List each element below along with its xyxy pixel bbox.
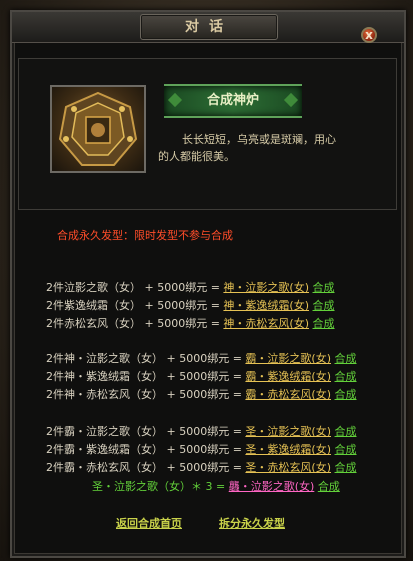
recipe-input: 2件神・赤松玄风（女） <box>46 388 163 401</box>
recipe-input: 2件紫逸绒霜（女） <box>46 299 141 312</box>
recipe-cost: + 5000绑元 = <box>166 443 242 456</box>
synthesize-link[interactable]: 合成 <box>335 352 357 365</box>
special-recipe-input: 圣・泣影之歌（女）＊ 3 = <box>92 480 226 493</box>
recipe-output-link[interactable]: 神・泣影之歌(女) <box>223 281 309 294</box>
title-bar: 对话 <box>12 12 404 43</box>
npc-description: 长长短短，乌亮或是斑斓，用心 的人都能很美。 <box>158 131 370 165</box>
recipe-input: 2件赤松玄风（女） <box>46 317 141 330</box>
close-button[interactable]: x <box>361 27 377 43</box>
synthesize-link[interactable]: 合成 <box>335 461 357 474</box>
recipe-output-link[interactable]: 圣・泣影之歌(女) <box>245 425 331 438</box>
special-output-link[interactable]: 龘・泣影之歌(女) <box>229 480 315 493</box>
synthesize-link[interactable]: 合成 <box>335 370 357 383</box>
recipe-input: 2件神・泣影之歌（女） <box>46 352 163 365</box>
synthesize-link[interactable]: 合成 <box>335 443 357 456</box>
dialog-title: 对话 <box>185 19 233 35</box>
recipe-output-link[interactable]: 霸・紫逸绒霜(女) <box>245 370 331 383</box>
synthesize-link[interactable]: 合成 <box>318 480 340 493</box>
recipe-cost: + 5000绑元 = <box>144 317 220 330</box>
npc-name: 合成神炉 <box>206 93 259 108</box>
recipe-row: 2件赤松玄风（女） + 5000绑元 = 神・赤松玄风(女) 合成 <box>46 316 413 332</box>
recipe-input: 2件霸・泣影之歌（女） <box>46 425 163 438</box>
recipe-output-link[interactable]: 神・紫逸绒霜(女) <box>223 299 309 312</box>
furnace-portrait <box>50 85 146 173</box>
npc-name-plate: 合成神炉 <box>164 84 302 118</box>
recipe-row: 2件霸・紫逸绒霜（女） + 5000绑元 = 圣・紫逸绒霜(女) 合成 <box>46 442 413 458</box>
recipe-output-link[interactable]: 圣・赤松玄风(女) <box>245 461 331 474</box>
recipe-cost: + 5000绑元 = <box>166 461 242 474</box>
npc-desc-line: 的人都能很美。 <box>158 150 235 163</box>
special-recipe-row: 圣・泣影之歌（女）＊ 3 = 龘・泣影之歌(女) 合成 <box>92 479 413 495</box>
synthesize-link[interactable]: 合成 <box>313 281 335 294</box>
title-plate: 对话 <box>140 14 278 40</box>
recipe-row: 2件神・赤松玄风（女） + 5000绑元 = 霸・赤松玄风(女) 合成 <box>46 387 413 403</box>
recipe-row: 2件泣影之歌（女） + 5000绑元 = 神・泣影之歌(女) 合成 <box>46 280 413 296</box>
recipe-row: 2件神・泣影之歌（女） + 5000绑元 = 霸・泣影之歌(女) 合成 <box>46 351 413 367</box>
recipe-input: 2件霸・赤松玄风（女） <box>46 461 163 474</box>
recipe-input: 2件神・紫逸绒霜（女） <box>46 370 163 383</box>
synthesize-link[interactable]: 合成 <box>313 299 335 312</box>
recipe-cost: + 5000绑元 = <box>144 281 220 294</box>
notice-text: 合成永久发型：限时发型不参与合成 <box>57 229 233 242</box>
recipe-input: 2件泣影之歌（女） <box>46 281 141 294</box>
recipe-row: 2件神・紫逸绒霜（女） + 5000绑元 = 霸・紫逸绒霜(女) 合成 <box>46 369 413 385</box>
split-permanent-hairstyle-button[interactable]: 拆分永久发型 <box>219 515 285 531</box>
recipe-row: 2件霸・赤松玄风（女） + 5000绑元 = 圣・赤松玄风(女) 合成 <box>46 460 413 476</box>
recipe-cost: + 5000绑元 = <box>144 299 220 312</box>
recipe-row: 2件紫逸绒霜（女） + 5000绑元 = 神・紫逸绒霜(女) 合成 <box>46 298 413 314</box>
recipe-cost: + 5000绑元 = <box>166 388 242 401</box>
back-to-synthesis-home-button[interactable]: 返回合成首页 <box>116 515 182 531</box>
recipe-output-link[interactable]: 霸・赤松玄风(女) <box>245 388 331 401</box>
recipe-cost: + 5000绑元 = <box>166 425 242 438</box>
recipe-cost: + 5000绑元 = <box>166 370 242 383</box>
synthesize-link[interactable]: 合成 <box>313 317 335 330</box>
recipe-output-link[interactable]: 霸・泣影之歌(女) <box>245 352 331 365</box>
npc-desc-line: 长长短短，乌亮或是斑斓，用心 <box>182 133 336 146</box>
recipe-output-link[interactable]: 神・赤松玄风(女) <box>223 317 309 330</box>
recipe-output-link[interactable]: 圣・紫逸绒霜(女) <box>245 443 331 456</box>
synthesize-link[interactable]: 合成 <box>335 388 357 401</box>
synthesize-link[interactable]: 合成 <box>335 425 357 438</box>
recipe-cost: + 5000绑元 = <box>166 352 242 365</box>
recipe-row: 2件霸・泣影之歌（女） + 5000绑元 = 圣・泣影之歌(女) 合成 <box>46 424 413 440</box>
furnace-icon <box>58 91 138 166</box>
recipe-input: 2件霸・紫逸绒霜（女） <box>46 443 163 456</box>
